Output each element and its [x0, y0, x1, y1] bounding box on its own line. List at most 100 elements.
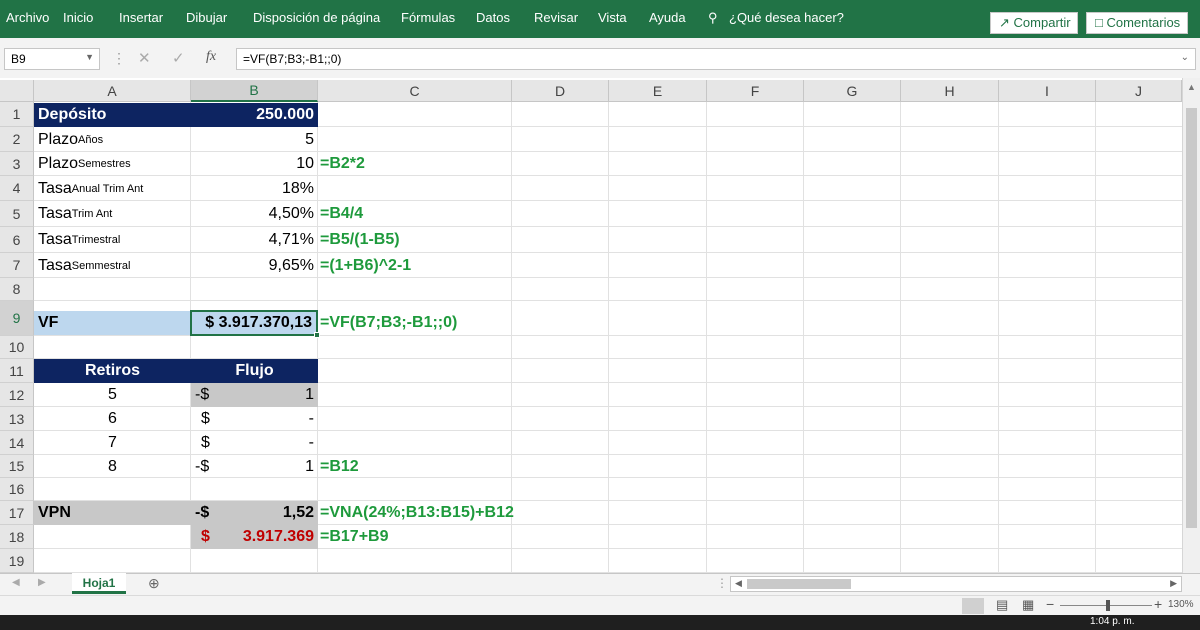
menu-ayuda[interactable]: Ayuda	[649, 10, 686, 25]
cell-a14[interactable]: 7	[34, 431, 191, 455]
cell-c18[interactable]: =B17+B9	[318, 525, 512, 549]
menu-disposicion[interactable]: Disposición de página	[253, 10, 380, 25]
menu-inicio[interactable]: Inicio	[63, 10, 93, 25]
scroll-up-icon[interactable]: ▲	[1187, 82, 1196, 92]
row-header-11[interactable]: 11	[0, 359, 34, 383]
expand-chevron-icon[interactable]: ⌄	[1181, 52, 1189, 63]
menu-formulas[interactable]: Fórmulas	[401, 10, 455, 25]
cancel-icon[interactable]: ✕	[138, 49, 151, 67]
cell-a1[interactable]: Depósito	[34, 103, 191, 127]
cell-b7[interactable]: 9,65%	[191, 253, 318, 278]
cell-a4[interactable]: Tasa Anual Trim Ant	[34, 176, 191, 201]
prev-sheet-icon[interactable]: ◀	[12, 577, 20, 588]
cell-b14[interactable]: $ -	[191, 431, 318, 455]
row-header-13[interactable]: 13	[0, 407, 34, 431]
cell-b1[interactable]: 250.000	[191, 103, 318, 127]
cell-b13[interactable]: $ -	[191, 407, 318, 431]
row-header-3[interactable]: 3	[0, 152, 34, 176]
name-box[interactable]: B9 ▼	[4, 48, 100, 70]
col-header-j[interactable]: J	[1096, 80, 1182, 102]
cell-c6[interactable]: =B5/(1-B5)	[318, 227, 512, 253]
row-header-17[interactable]: 17	[0, 501, 34, 525]
cell-a15[interactable]: 8	[34, 455, 191, 478]
row-header-15[interactable]: 15	[0, 455, 34, 478]
cell-b18[interactable]: $3.917.369	[191, 525, 318, 549]
zoom-out-icon[interactable]: −	[1046, 596, 1054, 612]
scroll-left-icon[interactable]: ◀	[735, 578, 742, 589]
cell-b15[interactable]: -$ 1	[191, 455, 318, 478]
search-icon[interactable]: ⚲	[708, 10, 718, 26]
row-header-12[interactable]: 12	[0, 383, 34, 407]
cell-c17[interactable]: =VNA(24%;B13:B15)+B12	[318, 501, 514, 525]
col-header-f[interactable]: F	[707, 80, 804, 102]
cell-b3[interactable]: 10	[191, 152, 318, 176]
share-button[interactable]: ↗ Compartir	[990, 12, 1078, 34]
cell-a5[interactable]: Tasa Trim Ant	[34, 201, 191, 227]
cell-c3[interactable]: =B2*2	[318, 152, 512, 176]
formula-input[interactable]: =VF(B7;B3;-B1;;0) ⌄	[236, 48, 1196, 70]
select-all-corner[interactable]	[0, 80, 34, 102]
cell-b4[interactable]: 18%	[191, 176, 318, 201]
add-sheet-icon[interactable]: ⊕	[148, 575, 160, 592]
cell-b6[interactable]: 4,71%	[191, 227, 318, 253]
row-header-2[interactable]: 2	[0, 127, 34, 152]
page-layout-icon[interactable]: ▤	[996, 597, 1008, 613]
vertical-scrollbar[interactable]: ▲	[1182, 78, 1200, 573]
cell-a9[interactable]: VF	[34, 311, 191, 335]
cell-b17[interactable]: -$ 1,52	[191, 501, 318, 525]
menu-datos[interactable]: Datos	[476, 10, 510, 25]
page-break-icon[interactable]: ▦	[1022, 597, 1034, 613]
col-header-b[interactable]: B	[191, 80, 318, 102]
menu-vista[interactable]: Vista	[598, 10, 627, 25]
row-header-7[interactable]: 7	[0, 253, 34, 278]
col-header-a[interactable]: A	[34, 80, 191, 102]
scroll-right-icon[interactable]: ▶	[1170, 578, 1177, 589]
row-header-8[interactable]: 8	[0, 278, 34, 301]
cell-c7[interactable]: =(1+B6)^2-1	[318, 253, 512, 278]
row-header-16[interactable]: 16	[0, 478, 34, 501]
menu-revisar[interactable]: Revisar	[534, 10, 578, 25]
spreadsheet-grid[interactable]: A B C D E F G H I J 1 2 3 4 5 6 7 8 9 10…	[0, 78, 1200, 573]
cell-a6[interactable]: Tasa Trimestral	[34, 227, 191, 253]
row-header-5[interactable]: 5	[0, 201, 34, 227]
cell-c9[interactable]: =VF(B7;B3;-B1;;0)	[318, 311, 512, 335]
cell-a13[interactable]: 6	[34, 407, 191, 431]
cell-b12[interactable]: -$ 1	[191, 383, 318, 407]
row-header-6[interactable]: 6	[0, 227, 34, 253]
cell-c15[interactable]: =B12	[318, 455, 512, 478]
sheet-tab-hoja1[interactable]: Hoja1	[72, 573, 126, 594]
cell-a2[interactable]: Plazo Años	[34, 127, 191, 152]
col-header-c[interactable]: C	[318, 80, 512, 102]
horizontal-scrollbar[interactable]: ◀ ▶	[730, 576, 1182, 592]
col-header-i[interactable]: I	[999, 80, 1096, 102]
zoom-in-icon[interactable]: +	[1154, 596, 1162, 612]
cell-a7[interactable]: Tasa Semmestral	[34, 253, 191, 278]
cell-b9-selected[interactable]: $ 3.917.370,13	[190, 310, 318, 336]
row-header-18[interactable]: 18	[0, 525, 34, 549]
row-header-1[interactable]: 1	[0, 102, 34, 127]
cell-b5[interactable]: 4,50%	[191, 201, 318, 227]
enter-check-icon[interactable]: ✓	[172, 49, 185, 67]
cell-a12[interactable]: 5	[34, 383, 191, 407]
comments-button[interactable]: □ Comentarios	[1086, 12, 1188, 34]
tell-me-search[interactable]: ¿Qué desea hacer?	[729, 10, 844, 25]
normal-view-icon[interactable]	[962, 598, 984, 614]
row-header-14[interactable]: 14	[0, 431, 34, 455]
col-header-e[interactable]: E	[609, 80, 707, 102]
insert-function-icon[interactable]: fx	[206, 49, 216, 65]
cell-b11[interactable]: Flujo	[191, 359, 318, 383]
cell-a17[interactable]: VPN	[34, 501, 191, 525]
chevron-down-icon[interactable]: ▼	[85, 52, 94, 62]
cell-b2[interactable]: 5	[191, 127, 318, 152]
zoom-slider-thumb[interactable]	[1106, 600, 1110, 611]
zoom-level[interactable]: 130%	[1168, 599, 1194, 610]
cell-c5[interactable]: =B4/4	[318, 201, 512, 227]
row-header-10[interactable]: 10	[0, 336, 34, 359]
col-header-d[interactable]: D	[512, 80, 609, 102]
cell-a11[interactable]: Retiros	[34, 359, 191, 383]
col-header-g[interactable]: G	[804, 80, 901, 102]
menu-dibujar[interactable]: Dibujar	[186, 10, 227, 25]
h-scroll-thumb[interactable]	[747, 579, 851, 589]
menu-insertar[interactable]: Insertar	[119, 10, 163, 25]
row-header-9[interactable]: 9	[0, 301, 34, 336]
